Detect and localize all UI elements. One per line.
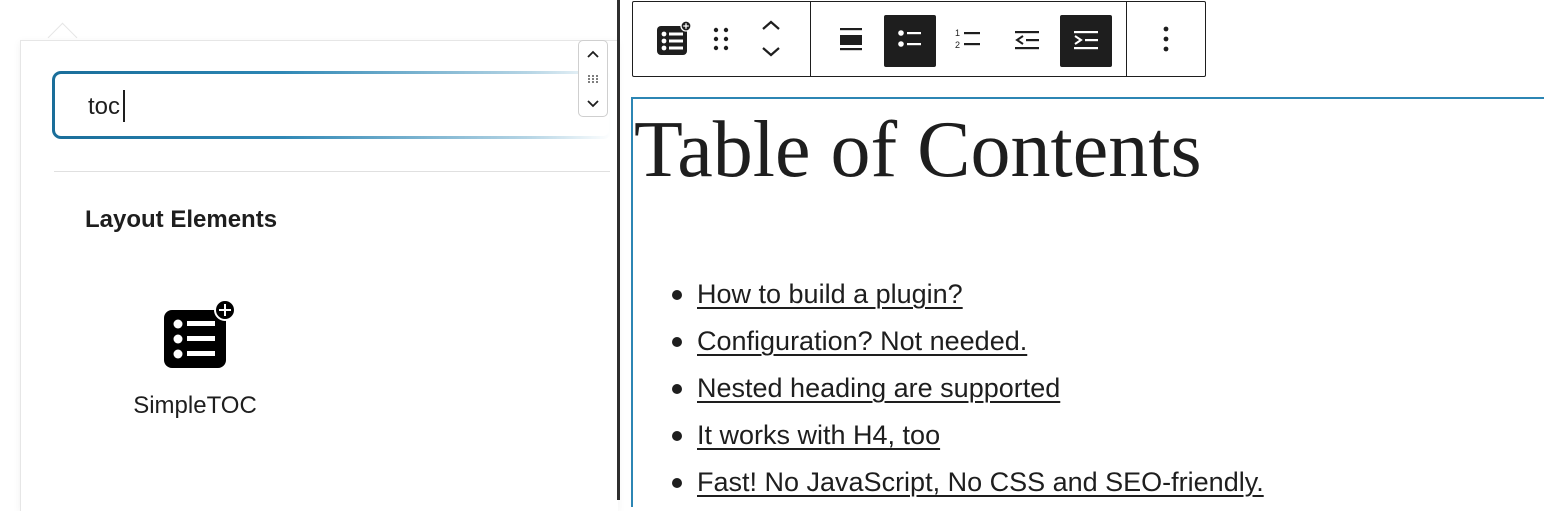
more-vertical-icon xyxy=(1161,24,1171,59)
chevron-up-down-icon xyxy=(757,17,785,66)
more-options-button[interactable] xyxy=(1140,15,1192,67)
toc-link[interactable]: Fast! No JavaScript, No CSS and SEO-frie… xyxy=(697,467,1264,497)
toolbar-divider xyxy=(1126,2,1127,76)
text-cursor xyxy=(123,90,125,122)
ordered-list-icon: 1 2 xyxy=(952,24,984,59)
list-item: Nested heading are supported xyxy=(672,370,1264,417)
ordered-list-button[interactable]: 1 2 xyxy=(942,15,994,67)
move-button[interactable] xyxy=(745,15,797,67)
align-icon xyxy=(836,24,866,59)
toc-link[interactable]: It works with H4, too xyxy=(697,420,940,450)
search-box[interactable] xyxy=(52,71,612,139)
block-result-label: SimpleTOC xyxy=(133,392,257,419)
block-type-button[interactable] xyxy=(647,15,699,67)
toolbar-divider xyxy=(810,2,811,76)
block-result-simpletoc[interactable]: SimpleTOC xyxy=(110,290,280,430)
drag-handle-icon xyxy=(709,24,733,59)
bullet-icon xyxy=(672,337,682,347)
list-item: How to build a plugin? xyxy=(672,276,1264,323)
divider xyxy=(54,171,610,172)
bullet-icon xyxy=(672,290,682,300)
search-input[interactable] xyxy=(88,90,568,124)
list-item: It works with H4, too xyxy=(672,417,1264,464)
outdent-icon xyxy=(1011,24,1043,59)
list-item: Fast! No JavaScript, No CSS and SEO-frie… xyxy=(672,464,1264,511)
block-toolbar: 1 2 xyxy=(632,1,1206,77)
bullet-icon xyxy=(672,478,682,488)
block-group-title: Layout Elements xyxy=(85,206,278,233)
unordered-list-button[interactable] xyxy=(884,15,936,67)
indent-icon xyxy=(1070,24,1102,59)
scroll-up-icon[interactable] xyxy=(579,43,607,65)
toc-link[interactable]: Nested heading are supported xyxy=(697,373,1060,403)
toc-link[interactable]: Configuration? Not needed. xyxy=(697,326,1027,356)
scroll-down-icon[interactable] xyxy=(579,93,607,115)
toc-list: How to build a plugin? Configuration? No… xyxy=(672,276,1264,511)
svg-text:2: 2 xyxy=(955,40,960,50)
bullet-icon xyxy=(672,384,682,394)
svg-text:1: 1 xyxy=(955,28,960,38)
panel-separator xyxy=(617,0,620,500)
bullet-icon xyxy=(672,431,682,441)
list-plus-icon xyxy=(653,19,693,64)
scroll-grip-icon[interactable] xyxy=(579,68,607,90)
outdent-button[interactable] xyxy=(1001,15,1053,67)
scroll-control[interactable] xyxy=(578,40,608,117)
block-inserter-panel: Layout Elements SimpleTOC xyxy=(0,0,618,511)
indent-button[interactable] xyxy=(1060,15,1112,67)
list-plus-icon xyxy=(162,299,242,370)
drag-button[interactable] xyxy=(695,15,747,67)
toc-heading[interactable]: Table of Contents xyxy=(634,104,1202,196)
list-item: Configuration? Not needed. xyxy=(672,323,1264,370)
unordered-list-icon xyxy=(895,24,925,59)
toc-link[interactable]: How to build a plugin? xyxy=(697,279,963,309)
align-button[interactable] xyxy=(825,15,877,67)
